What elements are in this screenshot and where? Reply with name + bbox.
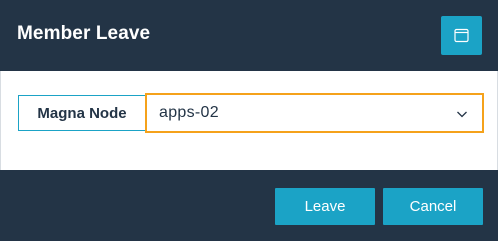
window-restore-icon — [454, 28, 469, 43]
dialog-title: Member Leave — [17, 23, 151, 44]
dialog-body: Magna Node apps-02 — [0, 71, 498, 170]
dialog-footer: Leave Cancel — [0, 170, 498, 241]
leave-button[interactable]: Leave — [275, 188, 375, 225]
cancel-button[interactable]: Cancel — [383, 188, 483, 225]
magna-node-label: Magna Node — [18, 95, 146, 131]
magna-node-select[interactable]: apps-02 — [145, 93, 484, 133]
member-leave-dialog: Member Leave Magna Node apps-02 Leave Ca… — [0, 0, 498, 241]
maximize-button[interactable] — [441, 16, 482, 55]
dialog-header: Member Leave — [0, 0, 498, 71]
chevron-down-icon — [456, 107, 468, 119]
magna-node-select-value: apps-02 — [159, 104, 219, 121]
